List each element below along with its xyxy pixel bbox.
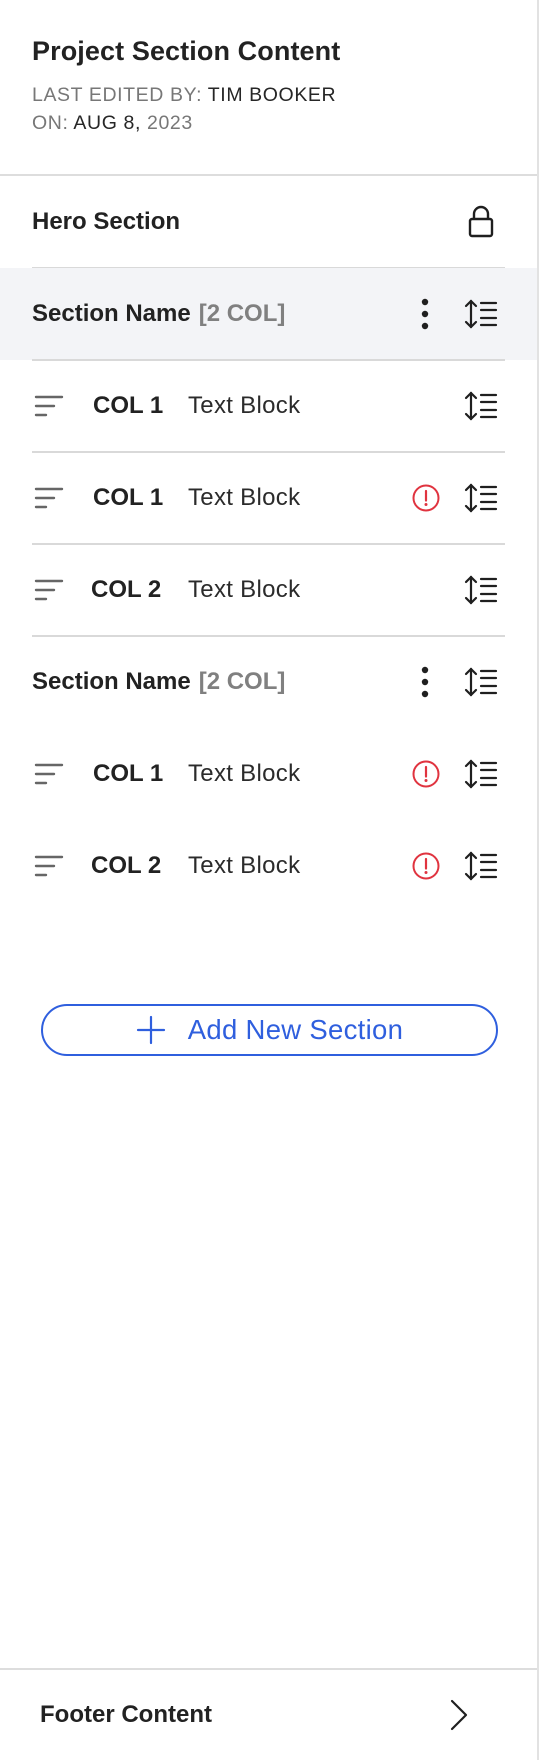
panel-header: Project Section Content LAST EDITED BY: … [32,36,517,137]
column-label: COL 1 [93,760,164,787]
add-new-section-label: Add New Section [187,1014,404,1045]
reorder-icon[interactable] [464,297,498,331]
text-lines-icon [34,395,64,417]
hero-section-label: Hero Section [32,208,181,235]
section-row[interactable]: Section Name [2 COL] [0,268,537,361]
block-label: Text Block [188,484,301,511]
block-row[interactable]: COL 1 Text Block [0,360,537,453]
chevron-right-icon [450,1699,468,1731]
reorder-icon[interactable] [464,665,498,699]
more-options-icon[interactable] [412,664,438,700]
text-lines-icon [34,579,64,601]
block-label: Text Block [188,852,301,879]
last-edited-by: TIM BOOKER [207,84,337,106]
section-row[interactable]: Section Name [2 COL] [0,636,537,728]
panel-title: Project Section Content [32,36,341,66]
footer-content-label: Footer Content [40,1701,212,1728]
section-name-text: Section Name [32,300,191,327]
block-label: Text Block [188,760,301,787]
text-lines-icon [34,855,64,877]
edit-meta: LAST EDITED BY: TIM BOOKER ON: AUG 8, 20… [32,81,517,137]
edited-year: 2023 [147,112,193,134]
column-label: COL 2 [91,852,162,879]
last-edited-line: LAST EDITED BY: TIM BOOKER [32,81,517,109]
footer-content-row[interactable]: Footer Content [0,1670,537,1760]
on-label: ON: [32,112,69,134]
text-lines-icon [34,763,64,785]
section-column-badge: [2 COL] [198,668,286,695]
alert-icon[interactable] [411,851,441,881]
reorder-icon[interactable] [464,849,498,883]
reorder-icon[interactable] [464,573,498,607]
section-content-panel: Project Section Content LAST EDITED BY: … [0,0,539,1760]
reorder-icon[interactable] [464,481,498,515]
edited-date-line: ON: AUG 8, 2023 [32,109,517,137]
section-name-text: Section Name [32,668,191,695]
section-name: Section Name [2 COL] [32,636,285,728]
edited-date: AUG 8, [73,112,141,134]
plus-icon [136,1015,165,1045]
block-row[interactable]: COL 2 Text Block [0,820,537,912]
hero-section-row[interactable]: Hero Section [0,176,537,269]
block-row[interactable]: COL 2 Text Block [0,544,537,637]
section-name: Section Name [2 COL] [32,268,285,360]
last-edited-label: LAST EDITED BY: [32,84,203,106]
text-lines-icon [34,487,64,509]
block-row[interactable]: COL 1 Text Block [0,452,537,545]
block-label: Text Block [188,392,301,419]
alert-icon[interactable] [411,483,441,513]
reorder-icon[interactable] [464,389,498,423]
reorder-icon[interactable] [464,757,498,791]
alert-icon[interactable] [411,759,441,789]
block-row[interactable]: COL 1 Text Block [0,728,537,820]
section-column-badge: [2 COL] [198,300,286,327]
lock-icon [468,205,494,238]
block-label: Text Block [188,576,301,603]
column-label: COL 1 [93,392,164,419]
add-new-section-button[interactable]: Add New Section [41,1004,498,1056]
column-label: COL 1 [93,484,164,511]
column-label: COL 2 [91,576,162,603]
more-options-icon[interactable] [412,296,438,332]
